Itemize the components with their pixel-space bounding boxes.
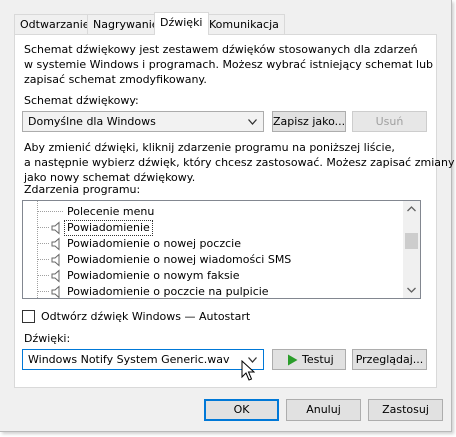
tree-branch <box>37 211 63 212</box>
chevron-down-icon <box>248 119 257 125</box>
tree-branch <box>37 259 49 260</box>
tree-branch <box>37 227 49 228</box>
event-label: Powiadomienie o nowej wiadomości SMS <box>67 253 292 266</box>
tree-branch <box>37 291 49 292</box>
change-line: Aby zmienić dźwięki, kliknij zdarzenie p… <box>24 141 395 154</box>
apply-button[interactable]: Zastosuj <box>368 399 443 421</box>
event-label: Powiadomienie o nowym faksie <box>67 269 240 282</box>
startup-checkbox[interactable] <box>22 310 35 323</box>
scrollbar-thumb[interactable] <box>405 233 418 249</box>
cancel-button[interactable]: Anuluj <box>286 399 361 421</box>
test-label: Testuj <box>302 353 334 366</box>
list-item[interactable]: Powiadomienie o poczcie na pulpicie <box>23 284 403 298</box>
scheme-select[interactable]: Domyślne dla Windows <box>22 111 264 132</box>
list-item[interactable]: Polecenie menu <box>23 204 403 220</box>
mouse-cursor-icon <box>241 360 255 381</box>
list-item[interactable]: Powiadomienie <box>23 220 403 236</box>
sound-value: Windows Notify System Generic.wav <box>28 353 230 366</box>
scroll-up-icon[interactable] <box>407 206 416 212</box>
list-item[interactable]: Powiadomienie o nowej wiadomości SMS <box>23 252 403 268</box>
events-list[interactable]: Polecenie menu Powiadomienie Powiadomien… <box>22 200 421 299</box>
sound-select[interactable]: Windows Notify System Generic.wav <box>22 349 264 370</box>
tab-dzwieki[interactable]: Dźwięki <box>154 12 209 35</box>
tab-nagrywanie[interactable]: Nagrywanie <box>87 14 165 35</box>
speaker-icon <box>51 221 60 235</box>
change-line: a następnie wybierz dźwięk, który chcesz… <box>24 156 455 169</box>
intro-line: w systemie Windows i programach. Możesz … <box>24 58 434 71</box>
events-label: Zdarzenia programu: <box>24 183 141 196</box>
change-text: Aby zmienić dźwięki, kliknij zdarzenie p… <box>24 140 455 185</box>
speaker-icon <box>51 253 60 267</box>
scheme-value: Domyślne dla Windows <box>28 115 156 128</box>
delete-button[interactable]: Usuń <box>352 111 427 132</box>
event-label: Powiadomienie o poczcie na pulpicie <box>67 285 269 298</box>
intro-text: Schemat dźwiękowy jest zestawem dźwięków… <box>24 42 433 87</box>
sound-dialog: Odtwarzanie Nagrywanie Dźwięki Komunikac… <box>0 0 455 432</box>
list-item[interactable]: Powiadomienie o nowym faksie <box>23 268 403 284</box>
intro-line: zapisać schemat zmodyfikowany. <box>24 73 207 86</box>
events-scrollbar[interactable] <box>403 201 420 298</box>
event-label: Powiadomienie o nowej poczcie <box>67 237 241 250</box>
scheme-label: Schemat dźwiękowy: <box>24 94 139 107</box>
test-button[interactable]: Testuj <box>272 349 346 370</box>
sounds-label: Dźwięki: <box>24 332 71 345</box>
tab-odtwarzanie[interactable]: Odtwarzanie <box>14 14 96 35</box>
speaker-icon <box>51 285 60 298</box>
tree-branch <box>37 275 49 276</box>
speaker-icon <box>51 269 60 283</box>
ok-button[interactable]: OK <box>204 399 279 421</box>
browse-button[interactable]: Przeglądaj... <box>352 349 427 370</box>
tree-branch <box>37 243 49 244</box>
play-icon <box>288 354 298 366</box>
startup-checkbox-label[interactable]: Odtwórz dźwięk Windows — Autostart <box>41 310 250 324</box>
event-label: Polecenie menu <box>67 205 155 218</box>
tab-komunikacja[interactable]: Komunikacja <box>203 14 285 35</box>
intro-line: Schemat dźwiękowy jest zestawem dźwięków… <box>24 43 418 56</box>
save-as-button[interactable]: Zapisz jako... <box>272 111 346 132</box>
list-item[interactable]: Powiadomienie o nowej poczcie <box>23 236 403 252</box>
event-label: Powiadomienie <box>64 220 153 236</box>
scroll-down-icon[interactable] <box>407 287 416 293</box>
speaker-icon <box>51 237 60 251</box>
